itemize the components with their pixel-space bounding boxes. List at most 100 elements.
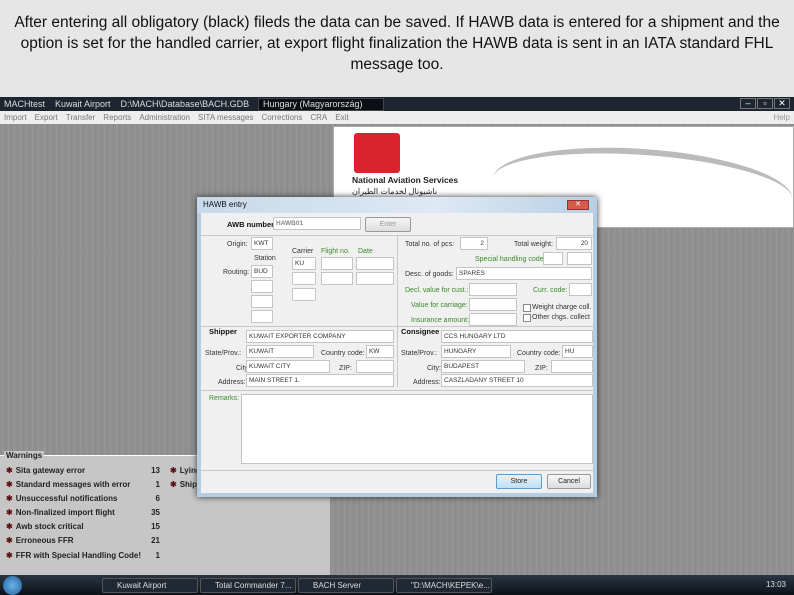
divider — [201, 390, 593, 391]
date-input-1[interactable] — [356, 257, 394, 270]
taskbar-item[interactable]: "D:\MACH\KEPEK\e... — [396, 578, 492, 593]
goods-input[interactable]: SPARES — [456, 267, 592, 280]
routing-input-2[interactable] — [251, 280, 273, 293]
warning-item[interactable]: Erroneous FFR — [6, 536, 161, 545]
menu-bar: Import Export Transfer Reports Administratio… — [0, 111, 794, 124]
warning-item[interactable]: Unsuccessful notifications — [6, 494, 161, 503]
carrier-input-1[interactable]: KU — [292, 257, 316, 270]
awb-label: AWB numbers — [227, 220, 279, 229]
shipper-name-input[interactable]: KUWAIT EXPORTER COMPANY — [246, 330, 394, 343]
maximize-icon[interactable]: ▫ — [757, 98, 773, 109]
carrier-input-2[interactable] — [292, 272, 316, 285]
shipper-cc-label: Country code: — [321, 350, 365, 357]
consignee-name-input[interactable]: CCS HUNGARY LTD — [441, 330, 593, 343]
other-charges-checkbox[interactable] — [523, 314, 531, 322]
menu-import[interactable]: Import — [4, 113, 27, 122]
remarks-textarea[interactable] — [241, 394, 593, 464]
divider — [201, 326, 593, 327]
shipper-zip-input[interactable] — [356, 360, 394, 373]
routing-input-4[interactable] — [251, 310, 273, 323]
start-button[interactable] — [3, 576, 22, 595]
flight-input-2[interactable] — [321, 272, 353, 285]
warning-count: 15 — [151, 522, 160, 531]
instruction-caption: After entering all obligatory (black) fi… — [0, 0, 794, 97]
consignee-zip-input[interactable] — [551, 360, 593, 373]
routing-input-3[interactable] — [251, 295, 273, 308]
weight-input[interactable]: 20 — [556, 237, 592, 250]
customs-value-input[interactable] — [469, 283, 517, 296]
remarks-label: Remarks: — [209, 395, 239, 402]
flight-label: Flight no. — [321, 248, 350, 255]
weight-charge-label: Weight charge coll. — [532, 304, 592, 311]
consignee-address-label: Address: — [413, 379, 441, 386]
consignee-cc-label: Country code: — [517, 350, 561, 357]
currency-input[interactable] — [569, 283, 592, 296]
warning-item[interactable]: Awb stock critical — [6, 522, 161, 531]
taskbar-item[interactable]: BACH Server — [298, 578, 394, 593]
dialog-close-icon[interactable]: ✕ — [567, 200, 589, 210]
shipper-address-input[interactable]: MAIN STREET 1. — [246, 374, 394, 387]
enter-button[interactable]: Enter — [365, 217, 411, 232]
menu-administration[interactable]: Administration — [139, 113, 190, 122]
date-label: Date — [358, 248, 373, 255]
consignee-zip-label: ZIP: — [535, 365, 548, 372]
carrier-input-3[interactable] — [292, 288, 316, 301]
consignee-address-input[interactable]: CASZLADANY STREET 10 — [441, 374, 593, 387]
consignee-cc-input[interactable]: HU — [562, 345, 593, 358]
warning-item[interactable]: FFR with Special Handling Code! — [6, 551, 161, 560]
insurance-label: Insurance amount: — [411, 317, 469, 324]
cancel-button[interactable]: Cancel — [547, 474, 591, 489]
awb-number-input[interactable]: HAWB01 — [273, 217, 361, 230]
menu-corrections[interactable]: Corrections — [261, 113, 302, 122]
warning-item[interactable]: Non-finalized import flight — [6, 508, 161, 517]
origin-label: Origin: — [227, 241, 248, 248]
pcs-label: Total no. of pcs: — [405, 241, 455, 248]
shipper-title: Shipper — [209, 327, 237, 336]
other-charges-label: Other chgs. collect — [532, 314, 590, 321]
dialog-titlebar: HAWB entry — [197, 197, 597, 213]
shipper-state-label: State/Prov.: — [205, 350, 242, 357]
warning-count: 21 — [151, 536, 160, 545]
carriage-value-input[interactable] — [469, 298, 517, 311]
shc-input-1[interactable] — [543, 252, 563, 265]
logo-name: National Aviation Services — [352, 175, 459, 185]
menu-exit[interactable]: Exit — [335, 113, 348, 122]
date-input-2[interactable] — [356, 272, 394, 285]
warning-count: 35 — [151, 508, 160, 517]
menu-transfer[interactable]: Transfer — [66, 113, 96, 122]
shipper-cc-input[interactable]: KW — [366, 345, 394, 358]
menu-help[interactable]: Help — [774, 111, 790, 124]
window-controls: – ▫ ✕ — [739, 98, 790, 109]
customs-value-label: Decl. value for cust.: — [405, 287, 469, 294]
station-label: Station — [254, 255, 276, 262]
routing-label: Routing: — [223, 269, 250, 276]
routing-input-1[interactable]: BUD — [251, 265, 273, 278]
warnings-title: Warnings — [4, 451, 45, 460]
taskbar-item[interactable]: Total Commander 7... — [200, 578, 296, 593]
insurance-input[interactable] — [469, 313, 517, 326]
taskbar-item[interactable]: Kuwait Airport — [102, 578, 198, 593]
pcs-input[interactable]: 2 — [460, 237, 488, 250]
shipper-city-input[interactable]: KUWAIT CITY — [246, 360, 330, 373]
language-bar[interactable]: Hungary (Magyarország) — [258, 98, 384, 111]
menu-export[interactable]: Export — [35, 113, 58, 122]
menu-sita[interactable]: SITA messages — [198, 113, 253, 122]
minimize-icon[interactable]: – — [740, 98, 756, 109]
flight-input-1[interactable] — [321, 257, 353, 270]
menu-reports[interactable]: Reports — [103, 113, 131, 122]
menu-cra[interactable]: CRA — [310, 113, 327, 122]
consignee-state-input[interactable]: HUNGARY — [441, 345, 511, 358]
warning-count: 1 — [155, 551, 160, 560]
consignee-city-input[interactable]: BUDAPEST — [441, 360, 525, 373]
divider — [397, 235, 398, 387]
logo-arabic: ناشيونال لخدمات الطيران — [352, 187, 438, 196]
warning-item[interactable]: Standard messages with error — [6, 480, 161, 489]
weight-charge-checkbox[interactable] — [523, 304, 531, 312]
store-button[interactable]: Store — [496, 474, 542, 489]
origin-input[interactable]: KWT — [251, 237, 273, 250]
shc-input-2[interactable] — [567, 252, 592, 265]
divider — [201, 470, 593, 471]
warning-item[interactable]: Sita gateway error — [6, 466, 161, 475]
close-icon[interactable]: ✕ — [774, 98, 790, 109]
shipper-state-input[interactable]: KUWAIT — [246, 345, 314, 358]
